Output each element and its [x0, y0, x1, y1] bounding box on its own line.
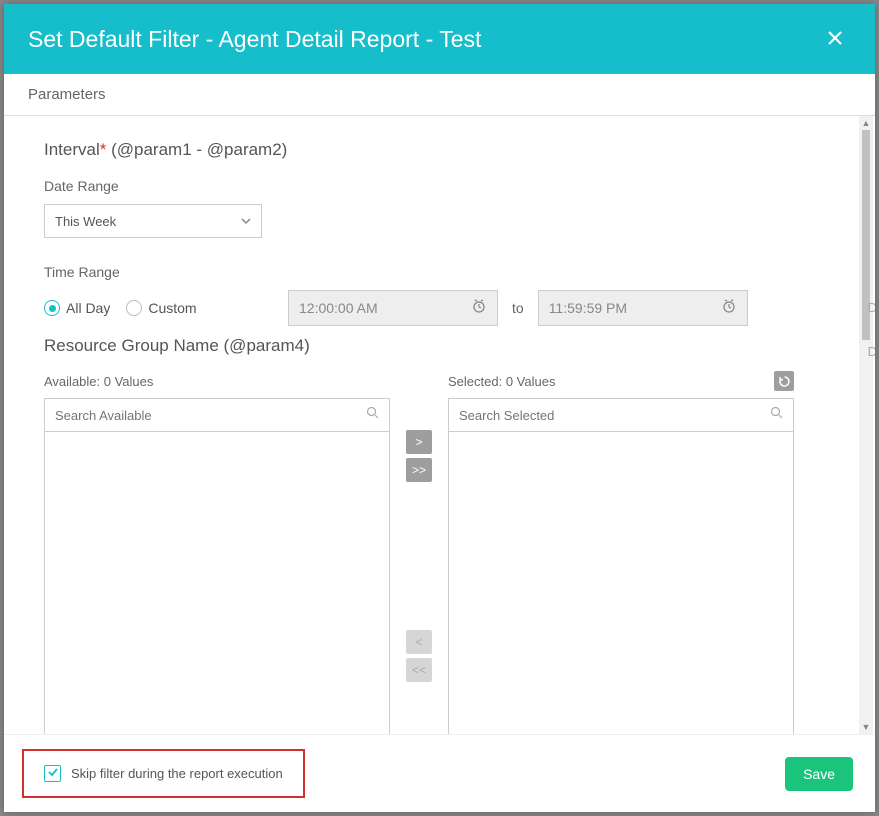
available-header: Available: 0 Values: [44, 374, 153, 389]
background-text: D: [868, 300, 875, 315]
interval-param-hint: (@param1 - @param2): [111, 140, 287, 159]
time-range-radio-group: All Day Custom: [44, 300, 274, 316]
close-icon: [827, 30, 843, 46]
search-icon: [770, 406, 783, 424]
available-list[interactable]: [44, 432, 390, 734]
move-right-button[interactable]: >: [406, 430, 432, 454]
radio-icon: [126, 300, 142, 316]
refresh-button[interactable]: [774, 371, 794, 391]
radio-icon: [44, 300, 60, 316]
selected-search-box: [448, 398, 794, 432]
date-range-value: This Week: [55, 214, 116, 229]
move-all-left-button[interactable]: <<: [406, 658, 432, 682]
scroll-up-icon[interactable]: ▲: [859, 116, 873, 130]
chevron-down-icon: [241, 216, 251, 226]
resource-group-label: Resource Group Name (@param4): [44, 336, 839, 356]
time-to-input: [549, 300, 737, 316]
radio-all-day[interactable]: All Day: [44, 300, 110, 316]
modal-footer: Skip filter during the report execution …: [4, 734, 875, 812]
time-from-input-wrap: [288, 290, 498, 326]
search-icon: [366, 406, 379, 424]
clock-icon: [721, 298, 737, 319]
modal-body: Interval* (@param1 - @param2) Date Range…: [4, 116, 875, 734]
parameters-tab[interactable]: Parameters: [4, 74, 875, 116]
transfer-buttons: > >> < <<: [404, 430, 434, 682]
radio-custom-label: Custom: [148, 300, 196, 316]
available-column: Available: 0 Values: [44, 370, 390, 734]
modal-dialog: Set Default Filter - Agent Detail Report…: [4, 4, 875, 812]
available-search-input[interactable]: [55, 408, 366, 423]
resource-group-section: Resource Group Name (@param4) Available:…: [44, 336, 839, 734]
refresh-icon: [778, 375, 791, 388]
move-left-button[interactable]: <: [406, 630, 432, 654]
save-button[interactable]: Save: [785, 757, 853, 791]
move-all-right-button[interactable]: >>: [406, 458, 432, 482]
to-label: to: [512, 300, 524, 316]
dual-list: Available: 0 Values > >> < <<: [44, 370, 839, 734]
date-range-label: Date Range: [44, 178, 839, 194]
selected-column: Selected: 0 Values: [448, 370, 794, 734]
close-button[interactable]: [819, 22, 851, 56]
background-text: D: [868, 344, 875, 359]
time-to-input-wrap: [538, 290, 748, 326]
skip-filter-highlight: Skip filter during the report execution: [22, 749, 305, 798]
selected-list[interactable]: [448, 432, 794, 734]
modal-title: Set Default Filter - Agent Detail Report…: [28, 26, 481, 53]
radio-custom[interactable]: Custom: [126, 300, 196, 316]
available-search-box: [44, 398, 390, 432]
radio-all-day-label: All Day: [66, 300, 110, 316]
skip-filter-label: Skip filter during the report execution: [71, 766, 283, 781]
scrollbar[interactable]: ▲ ▼: [859, 116, 873, 734]
modal-header: Set Default Filter - Agent Detail Report…: [4, 4, 875, 74]
required-mark: *: [100, 140, 107, 159]
skip-filter-checkbox[interactable]: [44, 765, 61, 782]
time-range-row: All Day Custom to: [44, 290, 839, 326]
date-range-select[interactable]: This Week: [44, 204, 262, 238]
selected-search-input[interactable]: [459, 408, 770, 423]
scroll-down-icon[interactable]: ▼: [859, 720, 873, 734]
interval-label-text: Interval: [44, 140, 100, 159]
interval-label: Interval* (@param1 - @param2): [44, 140, 839, 160]
time-range-label: Time Range: [44, 264, 839, 280]
clock-icon: [471, 298, 487, 319]
time-from-input: [299, 300, 487, 316]
check-icon: [47, 766, 59, 781]
selected-header: Selected: 0 Values: [448, 374, 555, 389]
